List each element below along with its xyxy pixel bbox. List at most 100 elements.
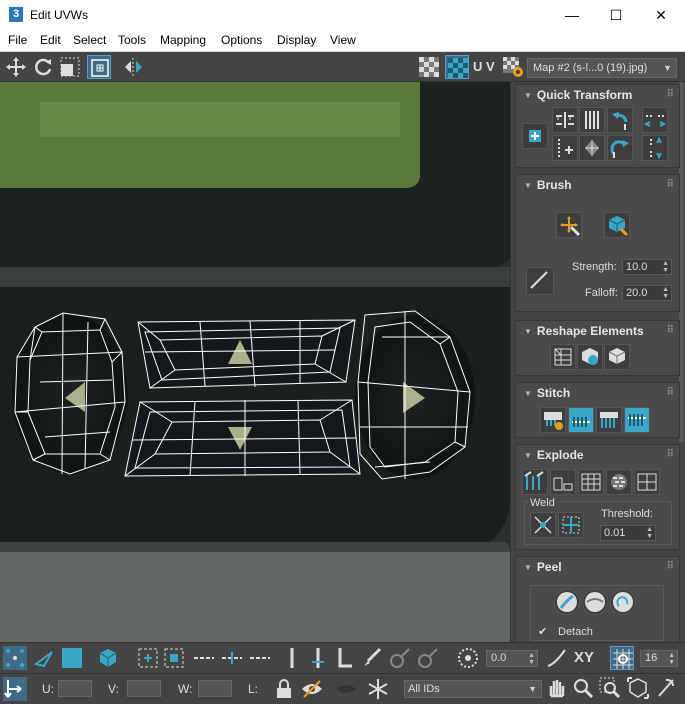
menu-display[interactable]: Display: [277, 33, 316, 47]
offset-spinner[interactable]: 0.0 ▲ ▼: [486, 650, 538, 667]
zoom-region-icon[interactable]: [598, 676, 622, 700]
flatten-icon[interactable]: [634, 469, 660, 495]
relax-icon[interactable]: [604, 344, 630, 370]
maximize-button[interactable]: ☐: [593, 0, 639, 30]
space-vertical-icon[interactable]: [642, 135, 668, 161]
spinner-arrows-icon[interactable]: ▲ ▼: [646, 526, 653, 540]
mirror-icon[interactable]: [122, 55, 146, 79]
pivot-icon[interactable]: [522, 123, 548, 149]
spinner-arrows-icon[interactable]: ▲ ▼: [662, 286, 669, 300]
freeze-icon[interactable]: [366, 677, 390, 701]
enlarge-brush-icon[interactable]: [388, 646, 412, 670]
freeform-mode-icon[interactable]: [87, 55, 111, 79]
menu-view[interactable]: View: [330, 33, 356, 47]
edge-mode-icon[interactable]: [32, 646, 56, 670]
space-horizontal-icon[interactable]: [642, 107, 668, 133]
loop-icon[interactable]: [192, 646, 216, 670]
vertex-mode-icon[interactable]: [3, 646, 27, 670]
stitch-to-target-icon[interactable]: [568, 407, 594, 433]
absolute-offset-icon[interactable]: [3, 677, 27, 701]
reshape-elements-header[interactable]: ▼ Reshape Elements ⠿: [516, 321, 679, 341]
peel-mode-icon[interactable]: [582, 589, 608, 615]
move-icon[interactable]: [4, 55, 28, 79]
align-horizontal-icon[interactable]: [552, 107, 578, 133]
rotate-cw-icon[interactable]: [607, 135, 633, 161]
soft-selection-icon[interactable]: [456, 646, 480, 670]
break-icon[interactable]: [522, 469, 548, 495]
uv-editor-canvas[interactable]: [0, 82, 510, 642]
zoom-icon[interactable]: [571, 676, 595, 700]
brush-header[interactable]: ▼ Brush ⠿: [516, 175, 679, 195]
grid-snap-icon[interactable]: [610, 646, 634, 670]
stitch-average-icon[interactable]: [596, 407, 622, 433]
shrink-ring-icon[interactable]: [332, 646, 356, 670]
v-field[interactable]: [127, 680, 161, 697]
weld-selected-icon[interactable]: [530, 512, 556, 538]
rotate-icon[interactable]: [31, 55, 55, 79]
stitch-header[interactable]: ▼ Stitch ⠿: [516, 383, 679, 403]
relax-brush-icon[interactable]: [604, 212, 630, 238]
quick-transform-header[interactable]: ▼ Quick Transform ⠿: [516, 85, 679, 105]
target-weld-icon[interactable]: [558, 512, 584, 538]
hide-icon[interactable]: [300, 677, 324, 701]
flatten-by-polygon-icon[interactable]: [550, 469, 576, 495]
menu-file[interactable]: File: [8, 33, 27, 47]
spinner-arrows-icon[interactable]: ▲ ▼: [668, 652, 675, 666]
stitch-custom-icon[interactable]: [540, 407, 566, 433]
paint-select-icon[interactable]: [360, 646, 384, 670]
map-settings-icon[interactable]: [501, 55, 525, 79]
align-vertical-icon[interactable]: [579, 107, 605, 133]
flatten-by-smoothing-icon[interactable]: [578, 469, 604, 495]
u-field[interactable]: [58, 680, 92, 697]
detach-checkbox[interactable]: ✔: [538, 625, 547, 638]
strength-spinner[interactable]: 10.0 ▲ ▼: [622, 259, 672, 275]
pan-icon[interactable]: [544, 676, 568, 700]
uv-axis-toggle[interactable]: U V: [473, 55, 499, 79]
threshold-spinner[interactable]: 0.01 ▲ ▼: [600, 525, 656, 541]
grow-loop-icon[interactable]: [220, 646, 244, 670]
material-id-dropdown[interactable]: All IDs ▼: [404, 680, 542, 698]
straighten-selection-icon[interactable]: [550, 344, 576, 370]
unhide-icon[interactable]: [334, 677, 358, 701]
checker-pattern-icon[interactable]: [417, 55, 441, 79]
falloff-spinner[interactable]: 20.0 ▲ ▼: [622, 285, 672, 301]
ring-icon[interactable]: [280, 646, 304, 670]
lock-icon[interactable]: [272, 677, 296, 701]
rotate-ccw-icon[interactable]: [607, 107, 633, 133]
shrink-loop-icon[interactable]: [248, 646, 272, 670]
flatten-by-material-icon[interactable]: [606, 469, 632, 495]
stitch-to-source-icon[interactable]: [624, 407, 650, 433]
scale-icon[interactable]: [58, 55, 82, 79]
uv-viewport[interactable]: [0, 82, 510, 642]
grid-size-spinner[interactable]: 16 ▲ ▼: [640, 650, 678, 667]
shrink-brush-icon[interactable]: [416, 646, 440, 670]
menu-edit[interactable]: Edit: [40, 33, 61, 47]
align-center-icon[interactable]: [579, 135, 605, 161]
falloff-curve-icon[interactable]: [545, 646, 569, 670]
relax-until-flat-icon[interactable]: [577, 344, 603, 370]
zoom-extents-icon[interactable]: [626, 676, 650, 700]
polygon-mode-icon[interactable]: [60, 646, 84, 670]
grow-selection-icon[interactable]: [136, 646, 160, 670]
menu-tools[interactable]: Tools: [118, 33, 146, 47]
reset-peel-icon[interactable]: [610, 589, 636, 615]
help-icon[interactable]: [654, 676, 678, 700]
peel-header[interactable]: ▼ Peel ⠿: [516, 557, 679, 577]
spinner-arrows-icon[interactable]: ▲ ▼: [662, 260, 669, 274]
xy-space-toggle[interactable]: XY: [574, 646, 602, 670]
align-left-icon[interactable]: [552, 135, 578, 161]
show-map-icon[interactable]: [445, 55, 469, 79]
element-mode-icon[interactable]: [96, 646, 120, 670]
menu-select[interactable]: Select: [73, 33, 106, 47]
shrink-selection-icon[interactable]: [162, 646, 186, 670]
spinner-arrows-icon[interactable]: ▲ ▼: [528, 652, 535, 666]
minimize-button[interactable]: —: [549, 0, 595, 30]
w-field[interactable]: [198, 680, 232, 697]
map-select-dropdown[interactable]: Map #2 (s-l...0 (19).jpg) ▼: [527, 58, 677, 78]
brush-falloff-curve-icon[interactable]: [526, 267, 554, 295]
quick-peel-icon[interactable]: [554, 589, 580, 615]
menu-mapping[interactable]: Mapping: [160, 33, 206, 47]
menu-options[interactable]: Options: [221, 33, 262, 47]
close-button[interactable]: ✕: [638, 0, 684, 30]
explode-header[interactable]: ▼ Explode ⠿: [516, 445, 679, 465]
